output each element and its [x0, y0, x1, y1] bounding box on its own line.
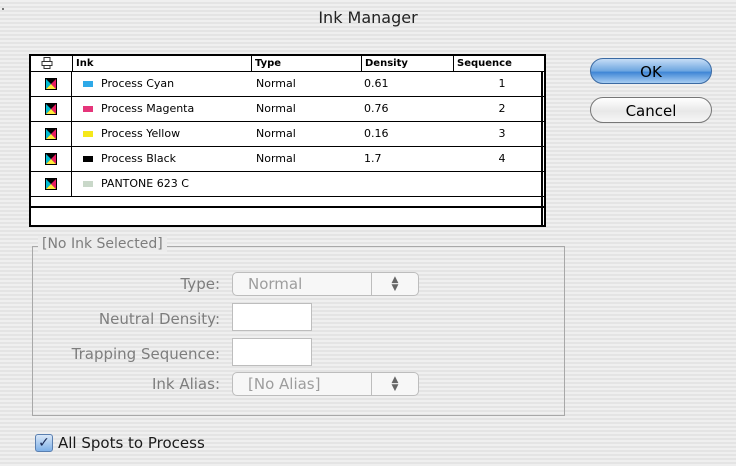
- cancel-button[interactable]: Cancel: [590, 97, 712, 123]
- table-row[interactable]: Process Cyan Normal 0.61 1: [31, 72, 544, 97]
- table-scrollbar[interactable]: [541, 72, 543, 227]
- process-to-spot-icon[interactable]: [45, 78, 57, 90]
- ink-density: 0.16: [364, 127, 389, 140]
- ink-sequence: 4: [498, 152, 506, 165]
- updown-arrows-icon: ▲ ▼: [371, 373, 418, 395]
- ink-swatch: [83, 81, 93, 87]
- ink-details-group-title: [No Ink Selected]: [38, 236, 167, 252]
- updown-arrows-icon: ▲ ▼: [371, 273, 418, 295]
- process-to-spot-icon[interactable]: [45, 153, 57, 165]
- ink-alias-select-value: [No Alias]: [248, 375, 321, 393]
- process-to-spot-icon[interactable]: [45, 178, 57, 190]
- ink-swatch: [83, 131, 93, 137]
- ink-name: PANTONE 623 C: [101, 177, 189, 190]
- table-row[interactable]: Process Yellow Normal 0.16 3: [31, 122, 544, 147]
- ink-name: Process Yellow: [101, 127, 181, 140]
- ink-alias-select[interactable]: [No Alias] ▲ ▼: [232, 372, 419, 396]
- window-corner-mark: [2, 8, 4, 10]
- ink-type: Normal: [256, 152, 296, 165]
- trapping-sequence-label: Trapping Sequence:: [71, 345, 220, 363]
- column-header-ink-type-icon: [31, 56, 72, 71]
- window-title: Ink Manager: [318, 8, 418, 27]
- table-bottom-border: [31, 206, 544, 208]
- column-header-ink[interactable]: Ink: [72, 56, 251, 71]
- column-header-density[interactable]: Density: [361, 56, 453, 71]
- ok-button[interactable]: OK: [590, 58, 712, 84]
- ink-alias-label: Ink Alias:: [151, 375, 220, 393]
- type-select[interactable]: Normal ▲ ▼: [232, 272, 419, 296]
- ink-table: Ink Type Density Sequence Process Cyan N…: [29, 54, 546, 227]
- type-label: Type:: [180, 275, 220, 293]
- process-to-spot-icon[interactable]: [45, 128, 57, 140]
- ink-density: 0.61: [364, 77, 389, 90]
- type-select-value: Normal: [248, 275, 303, 293]
- column-header-type[interactable]: Type: [251, 56, 361, 71]
- column-header-sequence[interactable]: Sequence: [453, 56, 541, 71]
- ink-name: Process Black: [101, 152, 176, 165]
- neutral-density-label: Neutral Density:: [98, 310, 220, 328]
- ink-swatch: [83, 156, 93, 162]
- ink-sequence: 1: [498, 77, 506, 90]
- ink-name: Process Cyan: [101, 77, 175, 90]
- ink-swatch: [83, 181, 93, 187]
- ink-type: Normal: [256, 127, 296, 140]
- table-row[interactable]: Process Black Normal 1.7 4: [31, 147, 544, 172]
- ink-sequence: 2: [498, 102, 506, 115]
- ink-name: Process Magenta: [101, 102, 195, 115]
- table-row[interactable]: Process Magenta Normal 0.76 2: [31, 97, 544, 122]
- ink-swatch: [83, 106, 93, 112]
- ink-sequence: [457, 172, 547, 196]
- trapping-sequence-field[interactable]: [232, 338, 312, 366]
- table-header: Ink Type Density Sequence: [31, 56, 544, 72]
- neutral-density-field[interactable]: [232, 303, 312, 331]
- ink-type: Normal: [256, 102, 296, 115]
- process-to-spot-icon[interactable]: [45, 103, 57, 115]
- ink-sequence: 3: [498, 127, 506, 140]
- checkmark-icon: ✓: [38, 435, 50, 451]
- table-row[interactable]: PANTONE 623 C: [31, 172, 544, 197]
- all-spots-to-process-checkbox[interactable]: ✓: [35, 434, 53, 452]
- ink-density: 1.7: [364, 152, 382, 165]
- ink-density: 0.76: [364, 102, 389, 115]
- all-spots-to-process-label[interactable]: All Spots to Process: [58, 434, 205, 452]
- printer-icon: [41, 57, 53, 69]
- ink-type: Normal: [256, 77, 296, 90]
